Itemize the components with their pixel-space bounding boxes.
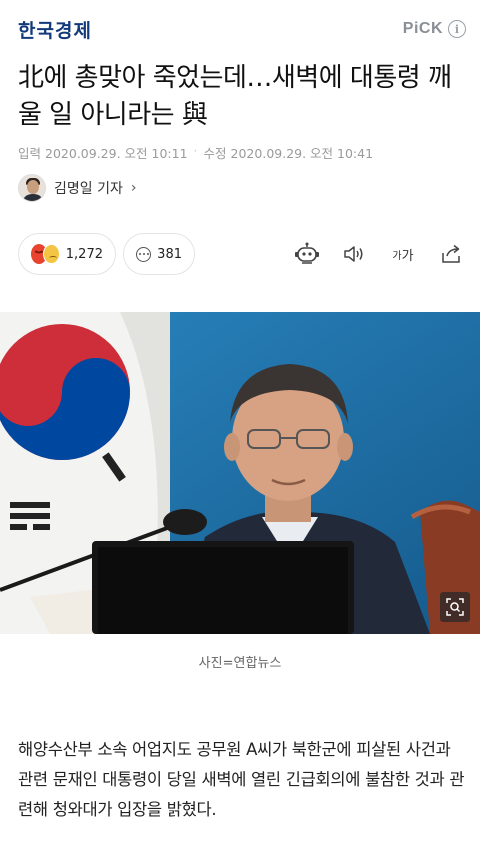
chevron-right-icon: › [130, 180, 137, 196]
comment-count: 381 [157, 246, 182, 262]
publisher-logo[interactable]: 한국경제 [18, 16, 92, 43]
reporter-name: 김명일 기자 [54, 181, 123, 197]
pick-badge[interactable]: PiCK i [403, 20, 466, 38]
pick-label: PiCK [402, 20, 443, 37]
font-size-small-label: 가 [392, 250, 402, 262]
sad-emoji-icon [43, 244, 60, 264]
reporter-link[interactable]: 김명일 기자 › [18, 174, 136, 202]
app-header: 한국경제 PiCK i [0, 0, 480, 58]
article-body: 해양수산부 소속 어업지도 공무원 A씨가 북한군에 피살된 사건과 관련 문재… [18, 740, 465, 819]
photo-illustration [0, 312, 480, 634]
article-dates: 입력 2020.09.29. 오전 10:11 · 수정 2020.09.29.… [18, 143, 373, 162]
share-icon[interactable] [438, 241, 464, 267]
article-title: 北에 총맞아 죽었는데…새벽에 대통령 깨울 일 아니라는 與 [18, 63, 452, 130]
comment-button[interactable]: 381 [123, 233, 195, 275]
date-separator: · [193, 143, 198, 158]
reaction-button[interactable]: 1,272 [18, 233, 116, 275]
photo-caption: 사진=연합뉴스 [198, 656, 282, 671]
article-toolbar: 1,272 381 가가 [18, 233, 468, 275]
modified-date: 2020.09.29. 오전 10:41 [230, 146, 374, 161]
robot-summary-icon[interactable] [294, 241, 320, 267]
zoom-icon[interactable] [440, 592, 470, 622]
published-date: 2020.09.29. 오전 10:11 [45, 146, 188, 161]
published-label: 입력 [18, 146, 42, 161]
speech-bubble-icon [136, 246, 152, 262]
font-size-icon[interactable]: 가가 [390, 241, 416, 267]
info-icon[interactable]: i [448, 20, 466, 38]
modified-label: 수정 [203, 146, 227, 161]
speaker-icon[interactable] [341, 241, 367, 267]
reporter-avatar [18, 174, 46, 202]
reaction-count: 1,272 [65, 246, 103, 262]
article-photo[interactable] [0, 312, 480, 634]
font-size-large-label: 가 [401, 248, 414, 264]
